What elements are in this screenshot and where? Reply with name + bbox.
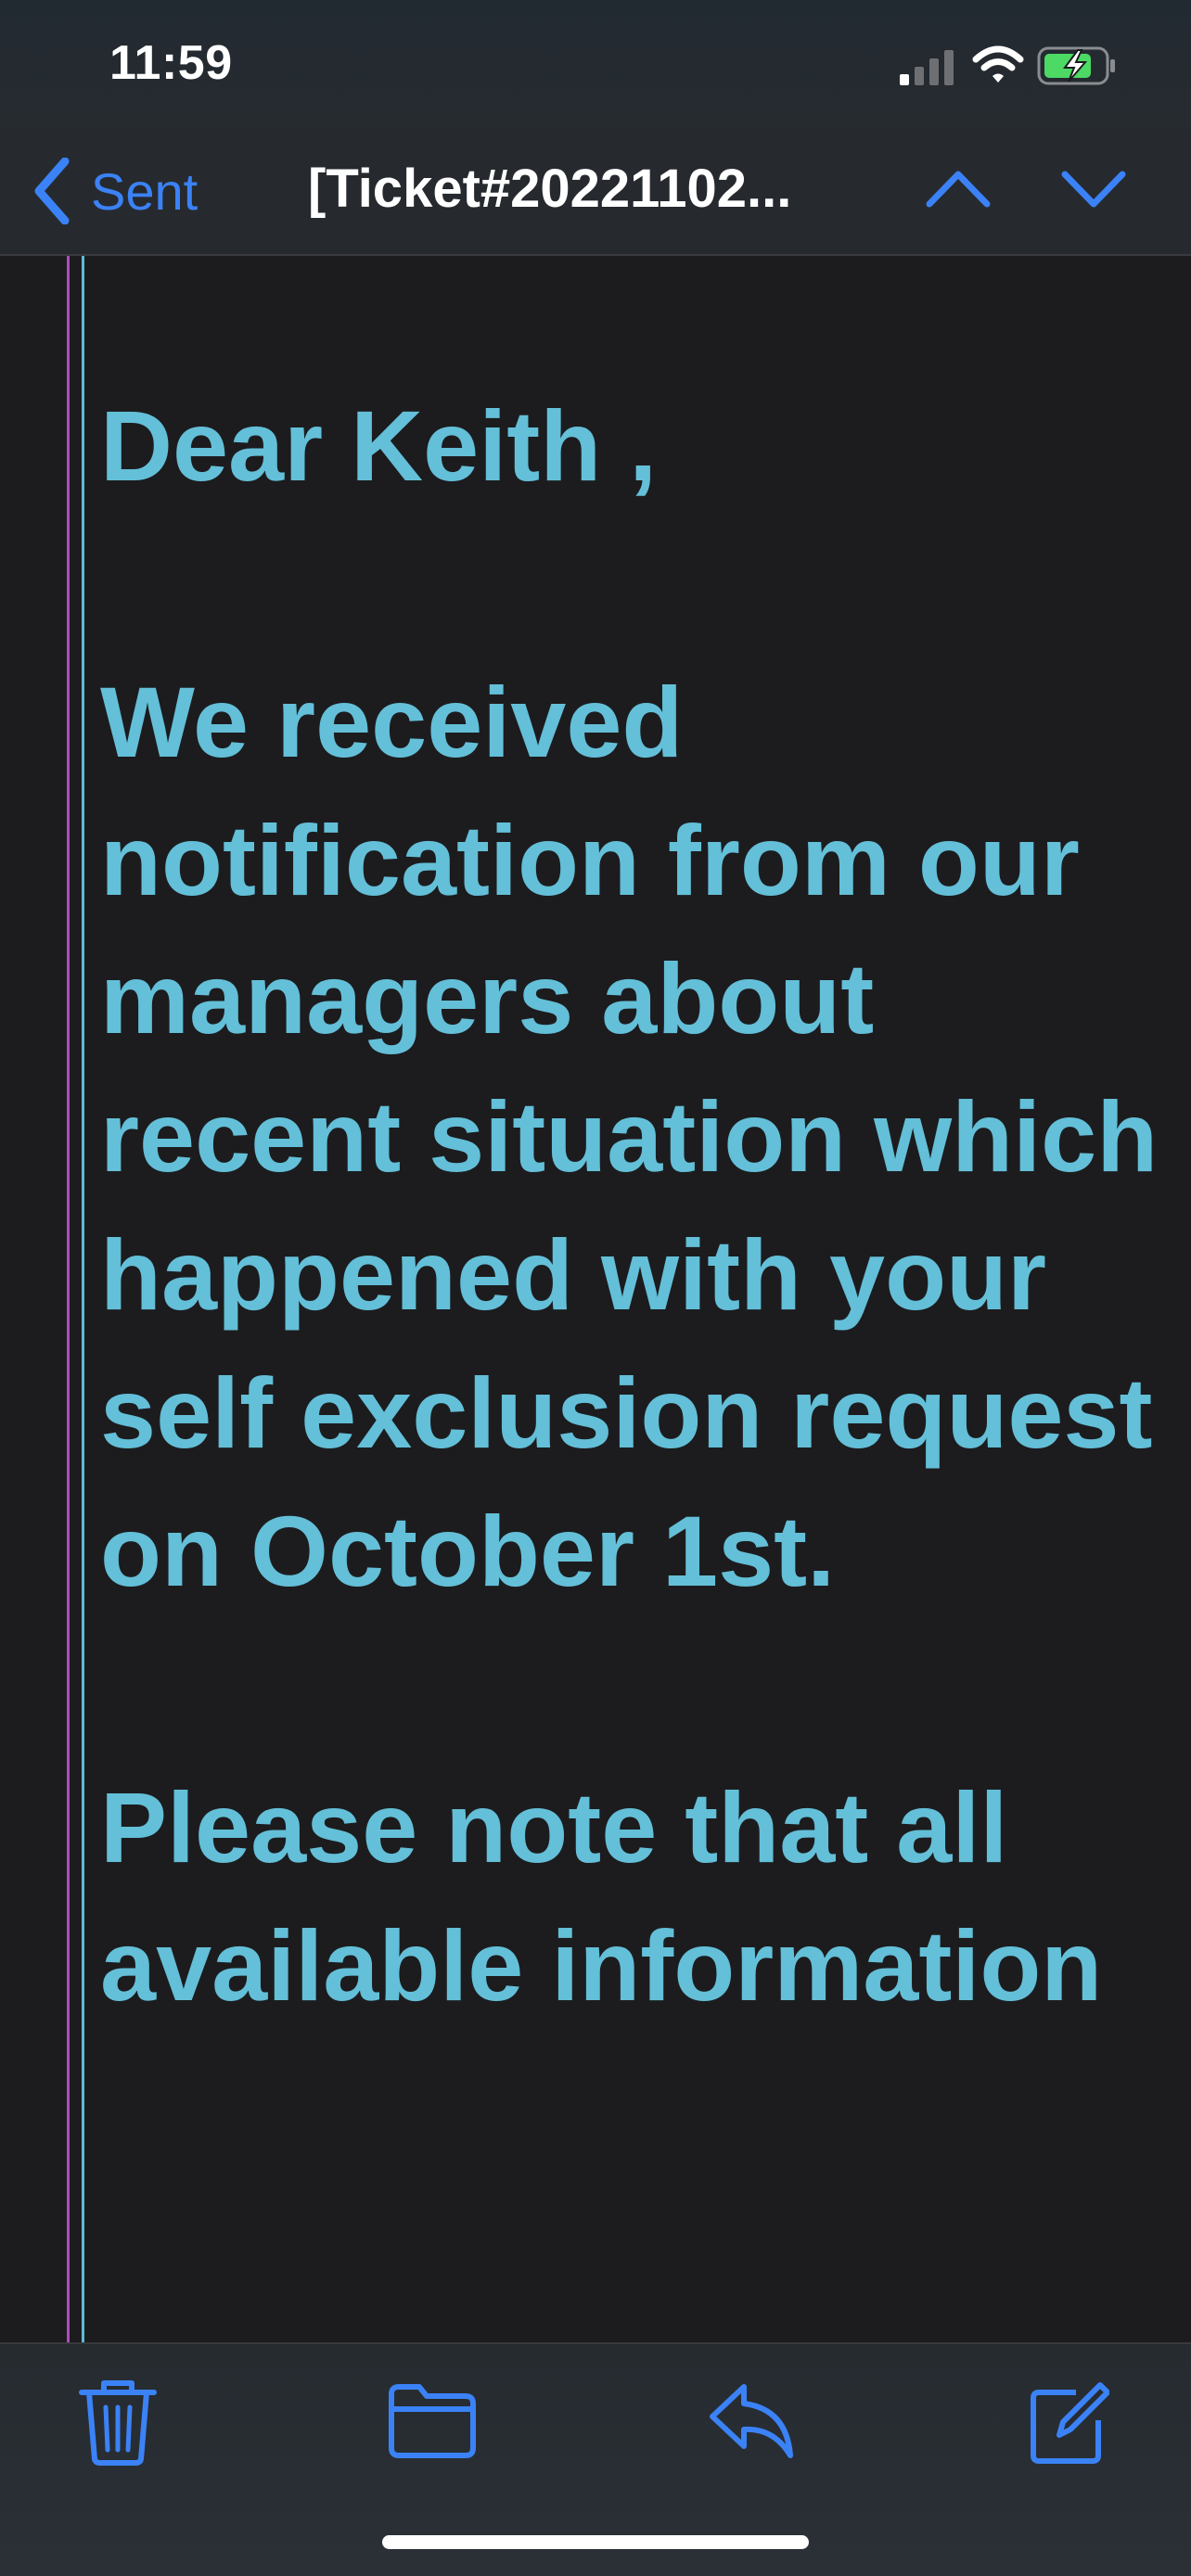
status-time: 11:59 (109, 36, 233, 90)
message-greeting: Dear Keith , (100, 389, 658, 502)
reply-button[interactable] (705, 2378, 798, 2466)
quote-bar-outer (67, 256, 70, 2342)
back-label: Sent (91, 161, 198, 221)
previous-message-button[interactable] (924, 167, 992, 216)
message-subject-title: [Ticket#20221102... (308, 159, 792, 219)
navigation-bar: Sent [Ticket#20221102... (0, 130, 1191, 256)
home-indicator[interactable] (382, 2535, 809, 2549)
trash-icon (76, 2380, 160, 2470)
folder-icon (386, 2384, 479, 2465)
message-body: Dear Keith , We received notification fr… (100, 376, 1167, 2034)
message-body-area[interactable]: Dear Keith , We received notification fr… (0, 256, 1191, 2342)
chevron-up-icon (924, 171, 992, 215)
reply-icon (705, 2384, 798, 2465)
trash-button[interactable] (76, 2378, 160, 2471)
message-paragraph-2: Please note that all available informati… (100, 1771, 1103, 2021)
quote-bar-inner (82, 256, 84, 2342)
chevron-left-icon (33, 158, 70, 224)
mail-screen: 11:59 Sent [Ticket#20221102... Dear Keit… (0, 0, 1191, 2576)
move-to-folder-button[interactable] (386, 2378, 479, 2466)
cellular-signal-icon (900, 50, 957, 90)
back-button[interactable]: Sent (33, 154, 198, 228)
status-bar: 11:59 (0, 0, 1191, 130)
message-paragraph-1: We received notification from our manage… (100, 666, 1159, 1607)
battery-charging-icon (1037, 46, 1117, 90)
next-message-button[interactable] (1059, 167, 1128, 216)
compose-icon (1026, 2382, 1110, 2470)
chevron-down-icon (1059, 171, 1128, 215)
wifi-icon (972, 45, 1024, 90)
compose-button[interactable] (1026, 2378, 1110, 2471)
